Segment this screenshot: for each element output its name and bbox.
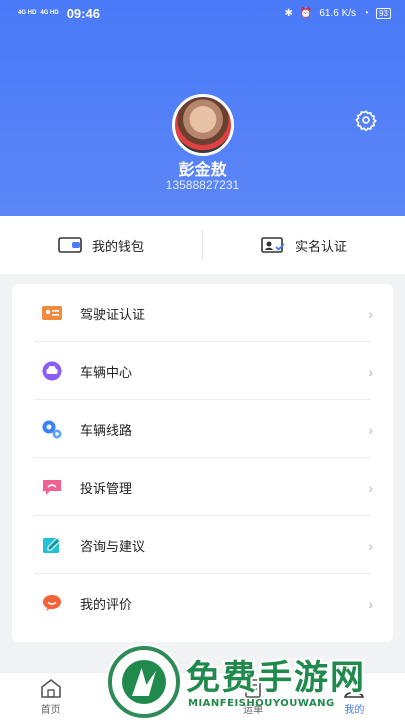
quick-actions: 我的钱包 实名认证 [0,216,405,274]
chevron-right-icon: › [368,480,373,496]
menu-label: 投诉管理 [80,480,133,496]
chevron-right-icon: › [368,306,373,322]
consult-icon [42,535,62,555]
review-icon [42,593,62,613]
alarm-icon: ⏰ [299,7,313,19]
battery-indicator: 93 [376,7,391,19]
wifi-icon: ◔ [363,7,370,19]
wallet-icon [58,237,82,253]
watermark-title: 免费手游网 [186,658,366,698]
gear-icon[interactable] [355,109,377,131]
bluetooth-icon: ✱ [284,7,293,19]
menu-item-consult[interactable]: 咨询与建议 › [12,516,393,574]
realname-button[interactable]: 实名认证 [203,216,405,274]
menu-label: 驾驶证认证 [80,306,146,322]
menu-item-complaint[interactable]: 投诉管理 › [12,458,393,516]
user-phone: 13588827231 [165,178,240,192]
realname-label: 实名认证 [294,238,347,254]
chevron-right-icon: › [368,364,373,380]
network-indicator-2: 4G HD [40,10,59,16]
car-icon [42,361,62,381]
avatar[interactable] [172,94,234,156]
menu-item-vehicle-route[interactable]: 车辆线路 › [12,400,393,458]
tab-label: 首页 [40,704,61,716]
home-icon [40,678,61,698]
status-bar: 4G HD 4G HD 09:46 ✱ ⏰ 61.6 K/s ◔ 93 [0,0,405,26]
menu-item-license[interactable]: 驾驶证认证 › [12,284,393,342]
id-card-icon [261,237,285,253]
chevron-right-icon: › [368,538,373,554]
wallet-button[interactable]: 我的钱包 [0,216,202,274]
site-watermark: 免费手游网 MIANFEISHOUYOUWANG [104,642,405,720]
watermark-subtitle: MIANFEISHOUYOUWANG [188,698,335,709]
menu-card: 驾驶证认证 › 车辆中心 › 车辆线路 › 投诉管理 › 咨询与建议 › 我的评… [12,284,393,642]
route-icon [42,419,62,439]
menu-label: 咨询与建议 [80,538,146,554]
menu-label: 我的评价 [80,596,133,612]
menu-item-vehicle-center[interactable]: 车辆中心 › [12,342,393,400]
status-time: 09:46 [66,5,100,21]
profile-header: 4G HD 4G HD 09:46 ✱ ⏰ 61.6 K/s ◔ 93 彭金敖 … [0,0,405,216]
menu-label: 车辆中心 [80,364,133,380]
wallet-label: 我的钱包 [91,238,144,254]
watermark-logo-icon [108,646,180,718]
network-indicator-1: 4G HD [18,10,37,16]
complaint-icon [42,477,62,497]
tab-home[interactable]: 首页 [0,673,101,720]
license-icon [42,303,62,323]
menu-label: 车辆线路 [80,422,133,438]
chevron-right-icon: › [368,422,373,438]
chevron-right-icon: › [368,596,373,612]
data-speed: 61.6 K/s [319,7,357,19]
menu-item-review[interactable]: 我的评价 › [12,574,393,632]
user-name: 彭金敖 [178,162,227,179]
